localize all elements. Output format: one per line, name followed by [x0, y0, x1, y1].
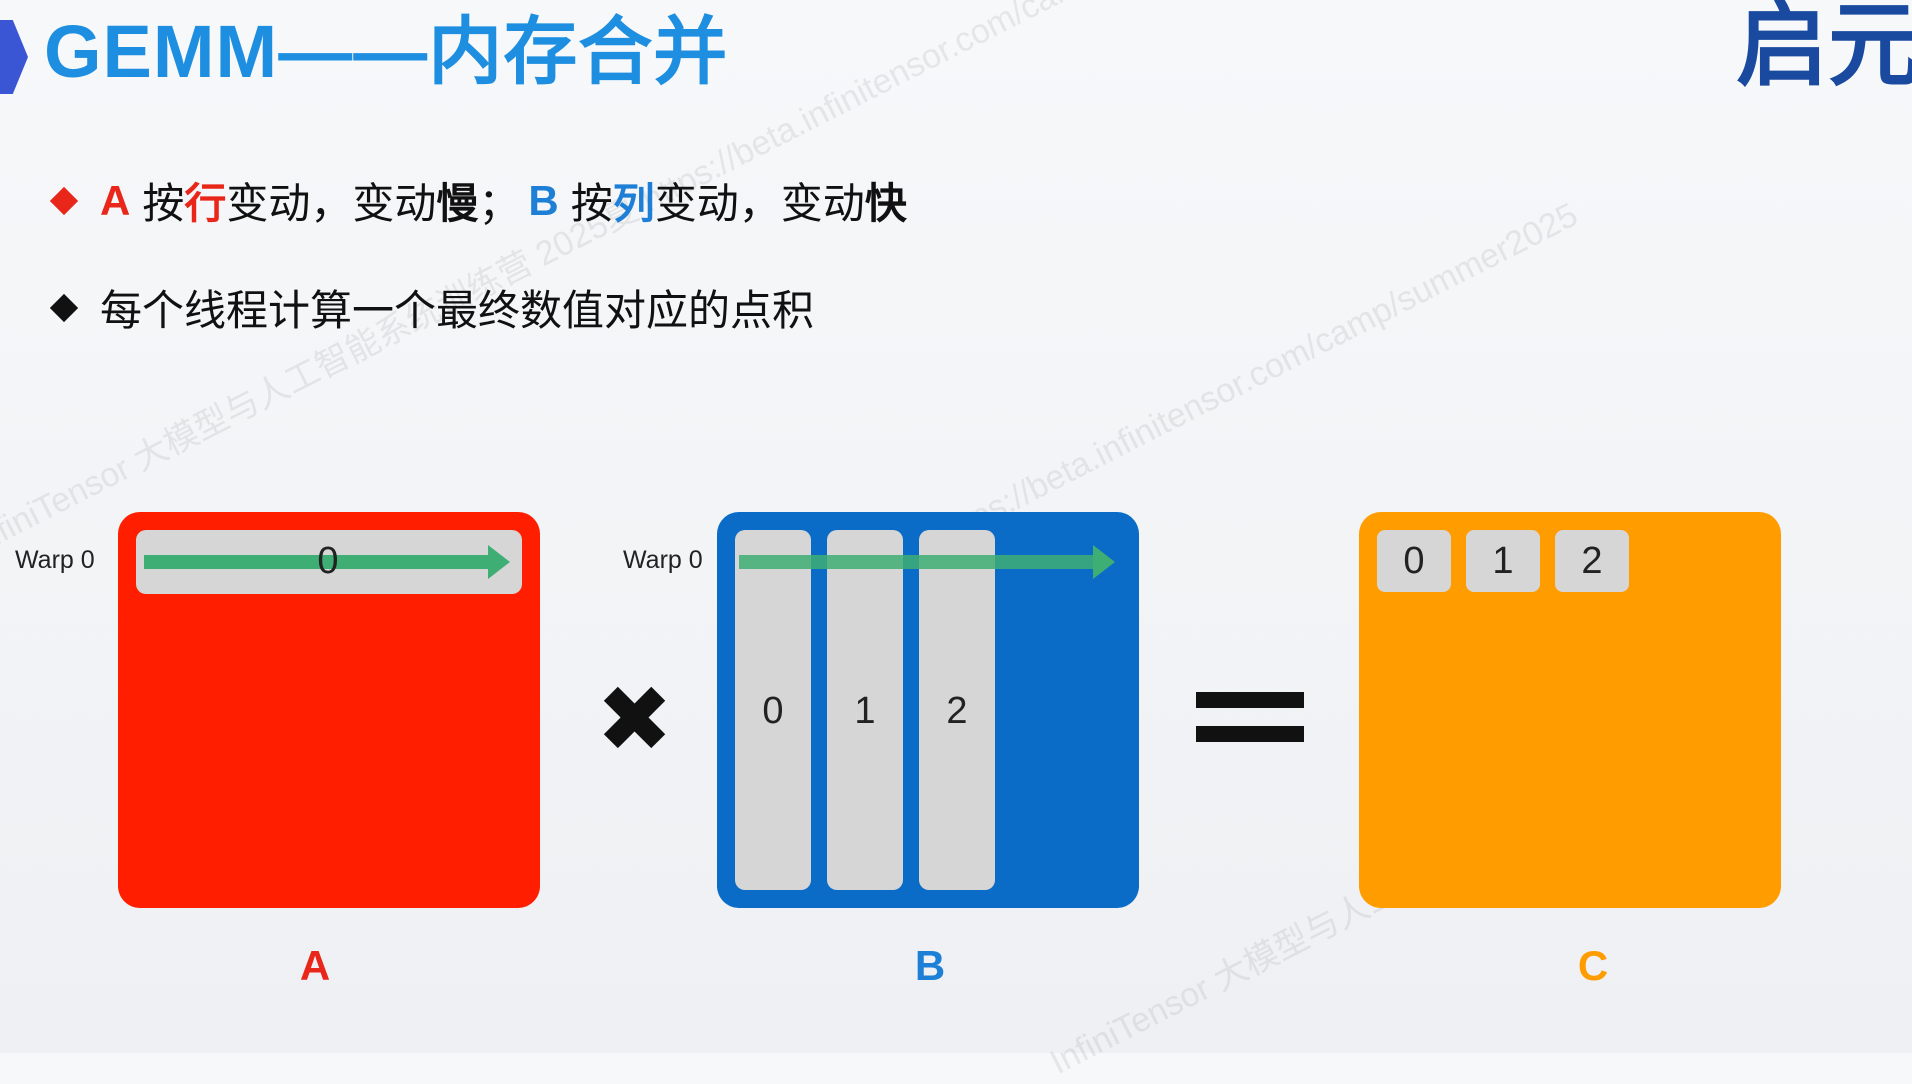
column-index: 1: [854, 690, 876, 732]
warp-label-a: Warp 0: [15, 546, 95, 574]
column-index: 0: [762, 690, 784, 732]
keyword-column: 列: [612, 180, 655, 227]
page-title: GEMM——内存合并: [44, 10, 729, 93]
keyword-fast: 快: [864, 180, 907, 227]
matrix-c: 0 1 2: [1359, 512, 1781, 908]
keyword-row: 行: [184, 180, 227, 227]
cell-index: 1: [1492, 540, 1514, 582]
warp-label-b: Warp 0: [623, 546, 703, 574]
separator: ；: [478, 180, 521, 227]
equals-icon: [1196, 692, 1304, 708]
column-index: 2: [946, 690, 968, 732]
row-index: 0: [317, 540, 339, 582]
arrow-right-icon: [1093, 545, 1115, 579]
bullet-row-access-pattern: A 按 行 变动，变动 慢 ； B 按 列 变动，变动 快: [49, 170, 907, 231]
matrix-b-label: B: [914, 942, 946, 989]
arrow-right-icon: [488, 545, 510, 579]
cell-index: 0: [1403, 540, 1425, 582]
text: 按: [142, 180, 185, 227]
red-diamond-icon: [49, 186, 79, 215]
matrix-a: 0: [118, 512, 540, 908]
cell-index: 2: [1581, 540, 1603, 582]
bullet-thread-dot-product: 每个线程计算一个最终数值对应的点积: [49, 277, 815, 338]
matrix-b: 0 1 2: [717, 512, 1139, 908]
text: 按: [570, 180, 613, 227]
matrix-c-label: C: [1577, 942, 1609, 989]
matrix-a-letter: A: [100, 176, 131, 224]
title-chevron-icon: [0, 20, 28, 94]
text: 变动，变动: [226, 180, 437, 227]
arrow-line: [739, 555, 1093, 569]
text: 变动，变动: [654, 180, 865, 227]
matrix-b-letter: B: [528, 176, 559, 224]
matrix-a-label: A: [299, 942, 331, 989]
black-diamond-icon: [49, 293, 79, 322]
keyword-slow: 慢: [436, 180, 479, 227]
watermark: https://beta.infinitensor.com/camp/summe…: [930, 195, 1584, 554]
equals-icon: [1196, 726, 1304, 742]
bullet-text: 每个线程计算一个最终数值对应的点积: [100, 287, 815, 334]
logo: 启元: [1735, 0, 1912, 99]
multiply-icon: ✖: [596, 666, 674, 773]
